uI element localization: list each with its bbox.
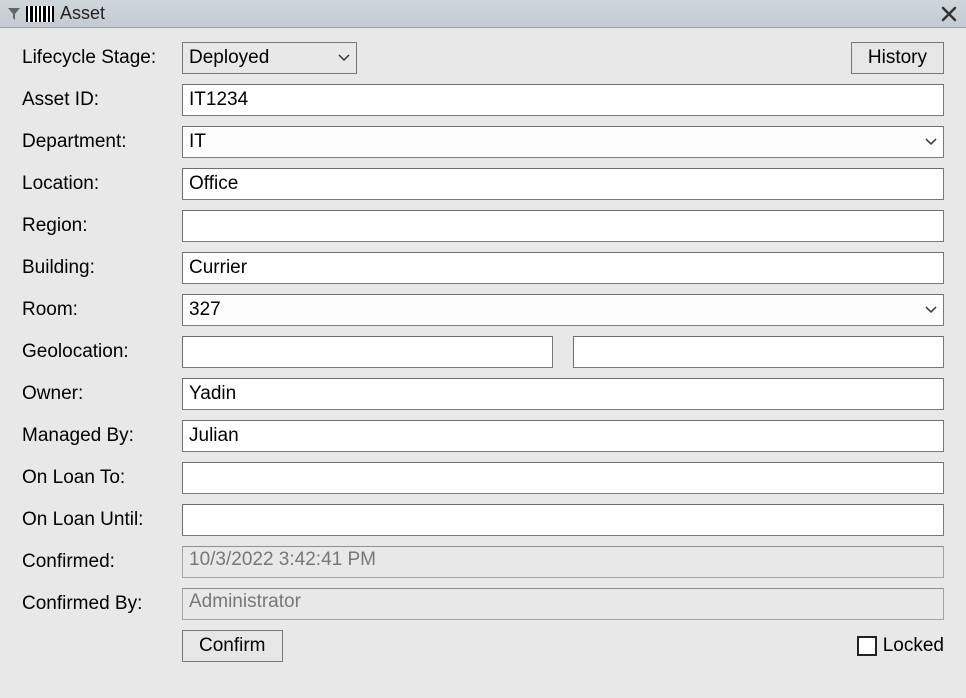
lifecycle-stage-select[interactable]: Deployed — [182, 42, 357, 74]
geolocation-lat-input[interactable] — [182, 336, 553, 368]
confirmed-value: 10/3/2022 3:42:41 PM — [182, 546, 944, 578]
on-loan-to-label: On Loan To: — [22, 467, 182, 489]
lifecycle-stage-value: Deployed — [189, 47, 328, 69]
on-loan-until-input[interactable] — [182, 504, 944, 536]
history-button[interactable]: History — [851, 42, 944, 74]
chevron-down-icon — [925, 138, 937, 146]
confirmed-by-label: Confirmed By: — [22, 593, 182, 615]
window-title: Asset — [60, 3, 938, 24]
department-label: Department: — [22, 131, 182, 153]
managed-by-input[interactable] — [182, 420, 944, 452]
room-value: 327 — [189, 299, 915, 321]
room-label: Room: — [22, 299, 182, 321]
confirmed-label: Confirmed: — [22, 551, 182, 573]
owner-label: Owner: — [22, 383, 182, 405]
owner-input[interactable] — [182, 378, 944, 410]
asset-id-input[interactable] — [182, 84, 944, 116]
geolocation-label: Geolocation: — [22, 341, 182, 363]
department-value: IT — [189, 131, 915, 153]
close-icon[interactable] — [938, 3, 960, 25]
asset-form: Lifecycle Stage: Deployed History Asset … — [0, 28, 966, 672]
department-select[interactable]: IT — [182, 126, 944, 158]
locked-checkbox-wrap[interactable]: Locked — [857, 635, 944, 657]
filter-icon — [6, 6, 22, 22]
chevron-down-icon — [925, 306, 937, 314]
building-label: Building: — [22, 257, 182, 279]
chevron-down-icon — [338, 54, 350, 62]
location-label: Location: — [22, 173, 182, 195]
lifecycle-stage-label: Lifecycle Stage: — [22, 47, 182, 69]
region-input[interactable] — [182, 210, 944, 242]
locked-checkbox[interactable] — [857, 636, 877, 656]
building-input[interactable] — [182, 252, 944, 284]
titlebar: Asset — [0, 0, 966, 28]
asset-id-label: Asset ID: — [22, 89, 182, 111]
confirm-button[interactable]: Confirm — [182, 630, 283, 662]
location-input[interactable] — [182, 168, 944, 200]
geolocation-lon-input[interactable] — [573, 336, 944, 368]
region-label: Region: — [22, 215, 182, 237]
room-select[interactable]: 327 — [182, 294, 944, 326]
barcode-icon — [26, 6, 54, 22]
locked-label: Locked — [883, 635, 944, 657]
on-loan-until-label: On Loan Until: — [22, 509, 182, 531]
confirmed-by-value: Administrator — [182, 588, 944, 620]
on-loan-to-input[interactable] — [182, 462, 944, 494]
managed-by-label: Managed By: — [22, 425, 182, 447]
